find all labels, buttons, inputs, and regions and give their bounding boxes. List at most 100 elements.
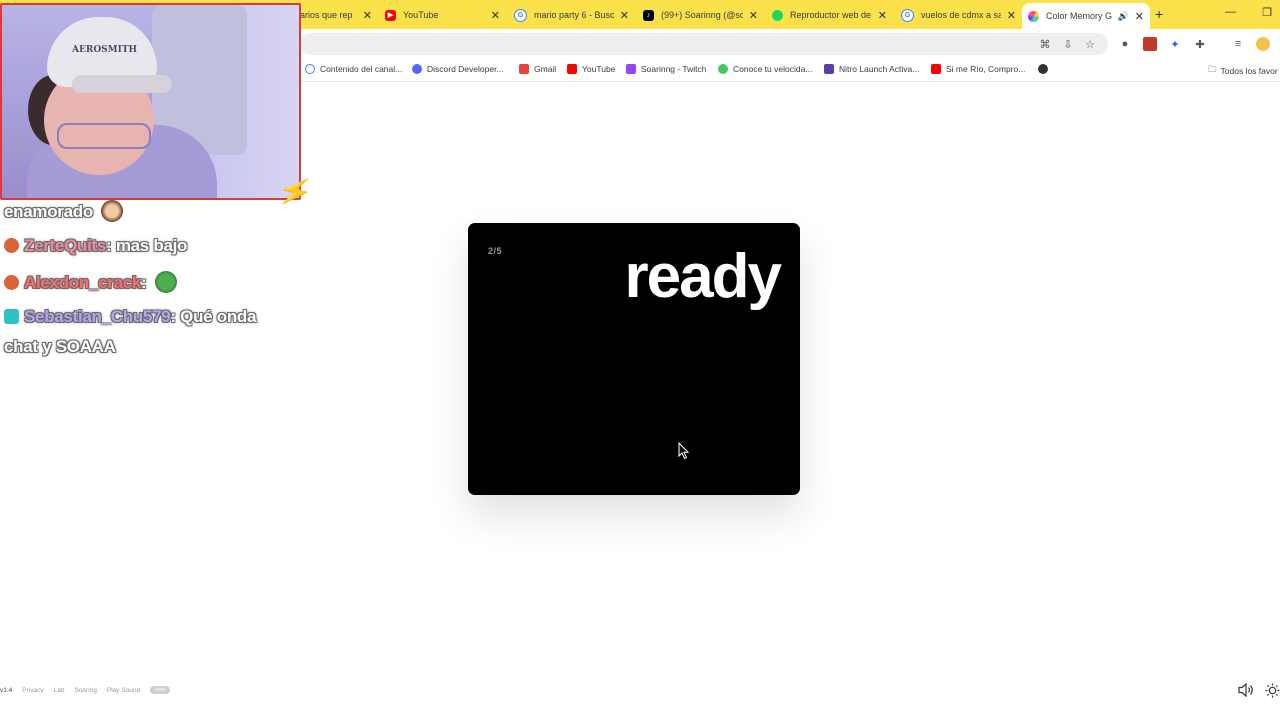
speedtest-icon — [718, 64, 728, 74]
bookmark-label: YouTube — [582, 64, 616, 74]
webcam-glasses — [57, 123, 151, 149]
badge-icon — [4, 309, 19, 324]
chat-message-1: ZerteQuits: mas bajo — [4, 236, 187, 256]
bookmark-2[interactable]: Gmail — [519, 64, 556, 74]
chat-text: : Qué onda — [170, 307, 257, 326]
close-icon[interactable]: ✕ — [749, 9, 758, 22]
tab-6-title: Color Memory G — [1046, 11, 1113, 21]
pepe-emote-icon — [154, 271, 177, 293]
chat-username: Sebastian_Chu579 — [24, 307, 171, 326]
bookmark-3[interactable]: YouTube — [567, 64, 615, 74]
chat-message-4: chat y SOAAA — [4, 337, 116, 357]
pdf-extension-icon[interactable] — [1143, 37, 1157, 51]
bookmarks-folder[interactable]: 🗀 Todos los favor — [1208, 64, 1278, 78]
tab-0-title: arios que rep — [300, 10, 353, 20]
spotify-icon — [772, 9, 783, 21]
footer-link-soaring[interactable]: Soaring — [74, 687, 96, 694]
restore-icon[interactable]: ❐ — [1262, 6, 1272, 19]
webcam-overlay: AEROSMITH — [0, 3, 301, 200]
close-icon[interactable]: ✕ — [1135, 10, 1144, 23]
badge-icon — [4, 238, 19, 253]
bookmark-label: Contenido del canal... — [320, 64, 403, 74]
emote-icon — [101, 200, 124, 222]
google-icon: G — [901, 8, 914, 22]
chat-message-3: Sebastian_Chu579: Qué onda — [4, 307, 256, 327]
footer-link-play-sound[interactable]: Play Sound — [107, 687, 140, 694]
bookmark-label: Nitro Launch Activa... — [839, 64, 920, 74]
chat-text: : — [141, 273, 147, 292]
tab-4[interactable]: Reproductor web de ✕ — [772, 3, 887, 27]
youtube-icon: ▶ — [385, 9, 396, 21]
tab-2-title: mario party 6 - Busca — [534, 10, 614, 20]
youtube-icon — [567, 64, 577, 74]
close-icon[interactable]: ✕ — [620, 9, 629, 22]
speaker-icon[interactable] — [1238, 683, 1254, 697]
tab-1[interactable]: ▶ YouTube ✕ — [385, 3, 500, 27]
sun-icon[interactable] — [1265, 683, 1280, 698]
tab-1-title: YouTube — [403, 10, 439, 20]
address-bar[interactable] — [300, 33, 1108, 55]
google-icon: G — [514, 8, 527, 22]
tab-5[interactable]: G vuelos de cdmx a sa ✕ — [901, 3, 1016, 27]
version-label: v1.4 — [0, 686, 13, 694]
bookmark-6[interactable]: Nitro Launch Activa... — [824, 64, 919, 74]
globe-icon — [1038, 64, 1048, 74]
tab-active[interactable]: Color Memory G 🔊 ✕ — [1022, 3, 1150, 29]
bookmark-label: Conoce tu velocida... — [733, 64, 813, 74]
footer-link-lab[interactable]: Lab — [54, 687, 65, 694]
tab-2[interactable]: G mario party 6 - Busca ✕ — [514, 3, 629, 27]
bookmark-label: Gmail — [534, 64, 557, 74]
round-counter: 2/5 — [488, 246, 503, 256]
tab-4-title: Reproductor web de — [790, 10, 872, 20]
bookmarks-folder-label: Todos los favor — [1220, 66, 1278, 76]
chat-username: ZerteQuits — [24, 236, 107, 255]
tab-3[interactable]: ♪ (99+) Soarinng (@so ✕ — [643, 3, 758, 27]
gmail-icon — [519, 64, 529, 74]
new-tab-button[interactable]: + — [1155, 6, 1163, 22]
install-icon[interactable]: ⇩ — [1061, 37, 1075, 51]
chat-message-0: enamorado — [4, 200, 124, 222]
tiktok-icon: ♪ — [643, 9, 654, 21]
vpn-extension-icon[interactable]: ✦ — [1168, 37, 1182, 51]
minimize-icon[interactable]: — — [1225, 6, 1236, 19]
media-icon[interactable]: ≡ — [1231, 37, 1245, 51]
bookmark-0[interactable]: Contenido del canal... — [305, 64, 402, 74]
puzzle-icon[interactable]: ✚ — [1193, 37, 1207, 51]
bookmark-5[interactable]: Conoce tu velocida... — [718, 64, 812, 74]
new-badge: new — [150, 686, 171, 694]
close-icon[interactable]: ✕ — [878, 9, 887, 22]
badge-icon — [4, 275, 19, 290]
folder-icon: 🗀 — [1208, 64, 1217, 74]
close-icon[interactable]: ✕ — [491, 9, 500, 22]
bookmark-label: Soarinng - Twitch — [641, 64, 707, 74]
star-icon[interactable]: ☆ — [1083, 37, 1097, 51]
bookmark-1[interactable]: Discord Developer... — [412, 64, 504, 74]
google-icon — [305, 64, 315, 74]
bookmark-label: Discord Developer... — [427, 64, 504, 74]
bookmark-7[interactable]: Si me Río, Compro... — [931, 64, 1025, 74]
profile-avatar[interactable] — [1256, 37, 1270, 51]
game-card[interactable]: 2/5 ready — [468, 223, 800, 495]
mouse-cursor-icon — [678, 441, 690, 460]
tab-0[interactable]: arios que rep ✕ — [300, 3, 372, 27]
speaker-icon[interactable]: 🔊 — [1118, 11, 1129, 22]
footer-link-privacy[interactable]: Privacy — [22, 687, 43, 694]
window-controls: — ❐ — [1225, 6, 1272, 19]
bookmark-globe[interactable] — [1038, 64, 1053, 74]
bookmark-4[interactable]: Soarinng - Twitch — [626, 64, 707, 74]
color-wheel-icon — [1028, 10, 1039, 22]
extension-icon[interactable]: ● — [1118, 37, 1132, 51]
chat-username: Alexdon_crack — [24, 273, 142, 292]
chat-text: enamorado — [4, 202, 93, 221]
translate-icon[interactable]: ⌘ — [1038, 37, 1052, 51]
close-icon[interactable]: ✕ — [363, 9, 372, 22]
lightning-icon: ⚡ — [274, 172, 317, 211]
youtube-icon — [931, 64, 941, 74]
chat-message-2: Alexdon_crack: — [4, 271, 177, 293]
chat-text: : mas bajo — [106, 236, 188, 255]
tab-5-title: vuelos de cdmx a sa — [921, 10, 1001, 20]
footer: v1.4 Privacy Lab Soaring Play Sound new — [0, 686, 171, 694]
close-icon[interactable]: ✕ — [1007, 9, 1016, 22]
tab-3-title: (99+) Soarinng (@so — [661, 10, 743, 20]
nitro-icon — [824, 64, 834, 74]
